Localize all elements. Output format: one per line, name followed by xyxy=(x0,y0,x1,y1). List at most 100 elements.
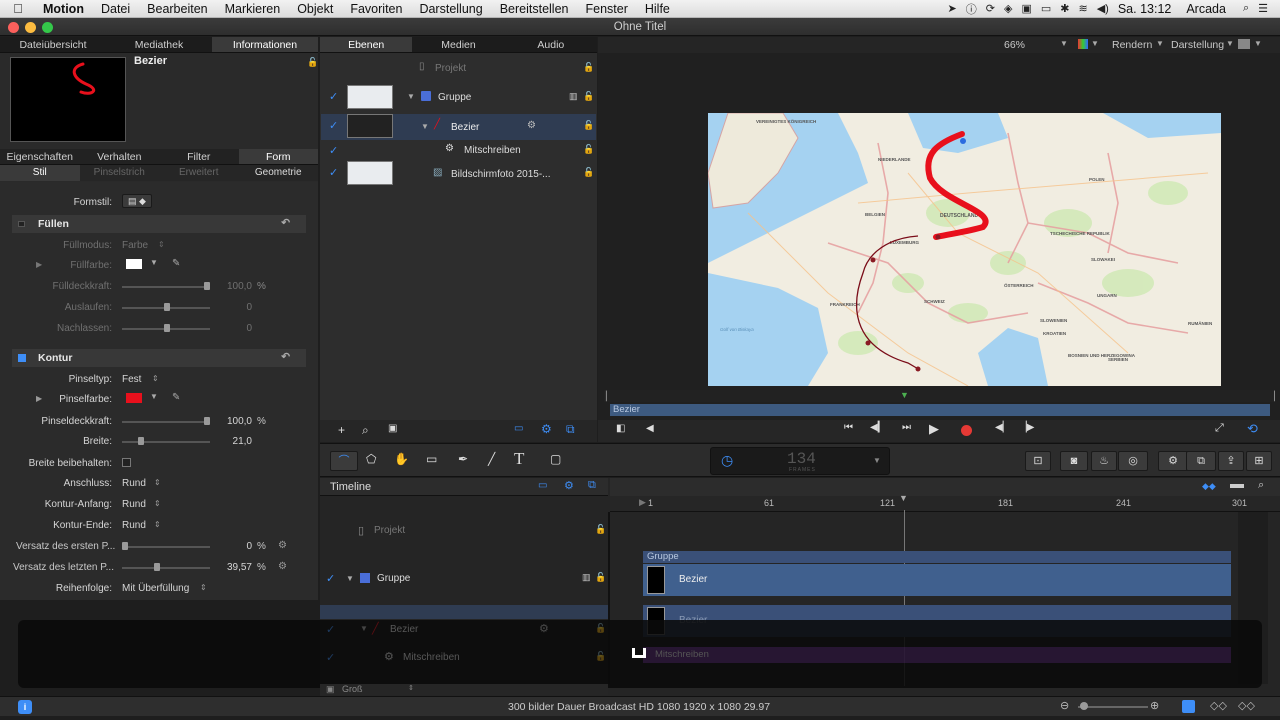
zoom-level[interactable]: 66% xyxy=(1004,39,1025,51)
breite-slider[interactable] xyxy=(122,437,210,445)
grid-icon[interactable]: ⊞ xyxy=(1246,451,1272,471)
tab-ebenen[interactable]: Ebenen xyxy=(320,37,413,52)
lock-icon[interactable]: 🔓 xyxy=(583,167,594,178)
spotlight-icon[interactable]: ⌕ xyxy=(1243,2,1249,15)
render-menu[interactable]: Rendern xyxy=(1112,39,1152,51)
chevron-down-icon[interactable]: ▼ xyxy=(150,258,158,267)
chevron-down-icon[interactable]: ▼ xyxy=(1226,39,1234,48)
layer-visibility-checkbox[interactable]: ✓ xyxy=(326,651,335,664)
menu-fenster[interactable]: Fenster xyxy=(578,2,637,16)
screen-icon[interactable]: ▣ xyxy=(1021,2,1031,15)
versatz-erster-value[interactable]: 0 xyxy=(212,541,252,552)
group-2d-icon[interactable]: ▥ xyxy=(582,572,591,583)
info-icon[interactable]: i xyxy=(18,700,32,714)
add-camera-icon[interactable]: ◙ xyxy=(1060,451,1088,471)
layer-row-bezier[interactable]: ✓ ▼ ╱ Bezier ⚙ 🔓 xyxy=(321,114,596,140)
step-back-icon[interactable]: ◀▎ xyxy=(870,422,885,433)
fuellmodus-value[interactable]: Farbe xyxy=(122,240,148,251)
isolate-icon[interactable]: ⊡ xyxy=(1025,451,1051,471)
layer-visibility-checkbox[interactable]: ✓ xyxy=(329,119,338,132)
volume-icon[interactable]: ◀) xyxy=(1097,2,1109,15)
tab-verhalten[interactable]: Verhalten xyxy=(80,149,160,164)
nachlassen-slider[interactable] xyxy=(122,324,210,332)
subtab-geometrie[interactable]: Geometrie xyxy=(239,165,319,181)
group-2d-icon[interactable]: ▥ xyxy=(569,91,578,102)
keyframe-editor-icon[interactable]: ◇◇ xyxy=(1210,699,1227,712)
rectangle-tool-icon[interactable]: ▭ xyxy=(426,452,437,466)
menu-bereitstellen[interactable]: Bereitstellen xyxy=(493,2,579,16)
lock-icon[interactable]: 🔓 xyxy=(307,57,318,68)
timeline-row-projekt[interactable]: ▯ Projekt 🔓 xyxy=(320,520,608,542)
chevron-down-icon[interactable]: ▼ xyxy=(1156,39,1164,48)
gear-icon[interactable]: ⚙ xyxy=(539,622,549,635)
select-transform-tool-icon[interactable]: ⌒ xyxy=(330,451,358,471)
fuelldeckkraft-slider[interactable] xyxy=(122,282,210,290)
tab-audio[interactable]: Audio xyxy=(505,37,597,52)
pinseltyp-value[interactable]: Fest xyxy=(122,374,141,385)
tab-medien[interactable]: Medien xyxy=(412,37,504,52)
tab-mediathek[interactable]: Mediathek xyxy=(106,37,212,52)
out-point-icon[interactable]: ▕ xyxy=(1268,391,1275,402)
reset-icon[interactable]: ↶ xyxy=(281,351,290,363)
lock-icon[interactable]: 🔓 xyxy=(595,623,606,634)
gear-icon[interactable]: ⚙ xyxy=(527,120,536,131)
color-channels-icon[interactable] xyxy=(1078,39,1088,49)
apple-icon[interactable]:  xyxy=(0,1,36,16)
share-icon[interactable]: ⇪ xyxy=(1218,451,1244,471)
lock-icon[interactable]: 🔓 xyxy=(583,144,594,155)
versatz-letzter-value[interactable]: 39,57 xyxy=(212,562,252,573)
tab-informationen[interactable]: Informationen xyxy=(212,37,318,52)
kontur-section-header[interactable]: Kontur ↶ xyxy=(12,349,306,367)
minimize-window-icon[interactable] xyxy=(25,22,36,33)
pinseldeckkraft-value[interactable]: 100,0 xyxy=(212,416,252,427)
add-light-icon[interactable]: ♨ xyxy=(1091,451,1117,471)
record-icon[interactable] xyxy=(961,425,972,436)
show-behaviors-icon[interactable]: ⚙ xyxy=(541,422,552,436)
zoom-in-icon[interactable]: ⊕ xyxy=(1150,699,1159,712)
zoom-out-icon[interactable]: ⊖ xyxy=(1060,699,1069,712)
play-range-icon[interactable]: ◧ xyxy=(616,423,625,434)
layer-visibility-checkbox[interactable]: ✓ xyxy=(329,166,338,179)
loop-icon[interactable]: ⟲ xyxy=(1247,421,1258,437)
formstil-popup[interactable]: ▤ ◆ xyxy=(122,194,152,208)
menu-markieren[interactable]: Markieren xyxy=(218,2,291,16)
subtab-pinselstrich[interactable]: Pinselstrich xyxy=(80,165,160,181)
disclosure-triangle-icon[interactable]: ▶ xyxy=(36,394,42,403)
show-behaviors-icon[interactable]: ⚙ xyxy=(564,479,574,492)
tab-dateiuebersicht[interactable]: Dateiübersicht xyxy=(0,37,106,52)
keyframe-nav-icon[interactable]: ◆◆ xyxy=(1202,481,1216,492)
canvas-map-image[interactable]: VEREINIGTES KÖNIGREICH NIEDERLANDE BELGI… xyxy=(708,113,1221,386)
menu-darstellung[interactable]: Darstellung xyxy=(412,2,492,16)
fuelldeckkraft-value[interactable]: 100,0 xyxy=(212,281,252,292)
bezier-pen-tool-icon[interactable]: ✒ xyxy=(458,452,468,466)
adjust-tool-icon[interactable]: ⬠ xyxy=(366,452,376,466)
tab-filter[interactable]: Filter xyxy=(159,149,239,164)
mini-timeline-bar[interactable]: Bezier xyxy=(610,404,1270,416)
paint-stroke-tool-icon[interactable]: ╱ xyxy=(488,452,495,466)
wifi-icon[interactable]: ≋ xyxy=(1078,2,1087,15)
disclosure-triangle-icon[interactable]: ▼ xyxy=(346,574,354,583)
chevron-down-icon[interactable]: ▼ xyxy=(1254,39,1262,48)
disclosure-triangle-icon[interactable]: ▼ xyxy=(360,624,368,633)
close-window-icon[interactable] xyxy=(8,22,19,33)
fullscreen-icon[interactable]: ⤢ xyxy=(1215,422,1224,435)
layer-row-projekt[interactable]: ▯ Projekt 🔓 xyxy=(321,58,596,80)
mask-tool-icon[interactable]: ▢ xyxy=(550,452,561,466)
menu-app[interactable]: Motion xyxy=(36,2,94,16)
filters-icon[interactable]: ⧉ xyxy=(1186,451,1216,471)
menu-objekt[interactable]: Objekt xyxy=(290,2,343,16)
reihenfolge-value[interactable]: Mit Überfüllung xyxy=(122,583,189,594)
lock-icon[interactable]: 🔓 xyxy=(583,62,594,73)
mini-timeline-ruler[interactable]: ▏ ▼ ▕ xyxy=(604,390,1275,402)
playhead-icon[interactable]: ▼ xyxy=(899,493,908,503)
show-filters-icon[interactable]: ⧉ xyxy=(566,422,575,437)
subtab-erweitert[interactable]: Erweitert xyxy=(159,165,239,181)
layer-visibility-checkbox[interactable]: ✓ xyxy=(326,623,335,636)
pan-tool-icon[interactable]: ✋ xyxy=(394,452,409,466)
kontur-ende-value[interactable]: Rund xyxy=(122,520,146,531)
disclosure-triangle-icon[interactable]: ▼ xyxy=(407,92,415,101)
layer-row-bildschirmfoto[interactable]: ✓ ▨ Bildschirmfoto 2015-... 🔓 xyxy=(321,161,596,187)
airplay-icon[interactable]: ▭ xyxy=(1041,2,1051,15)
anschluss-value[interactable]: Rund xyxy=(122,478,146,489)
audio-icon[interactable]: ◀ xyxy=(646,423,654,434)
